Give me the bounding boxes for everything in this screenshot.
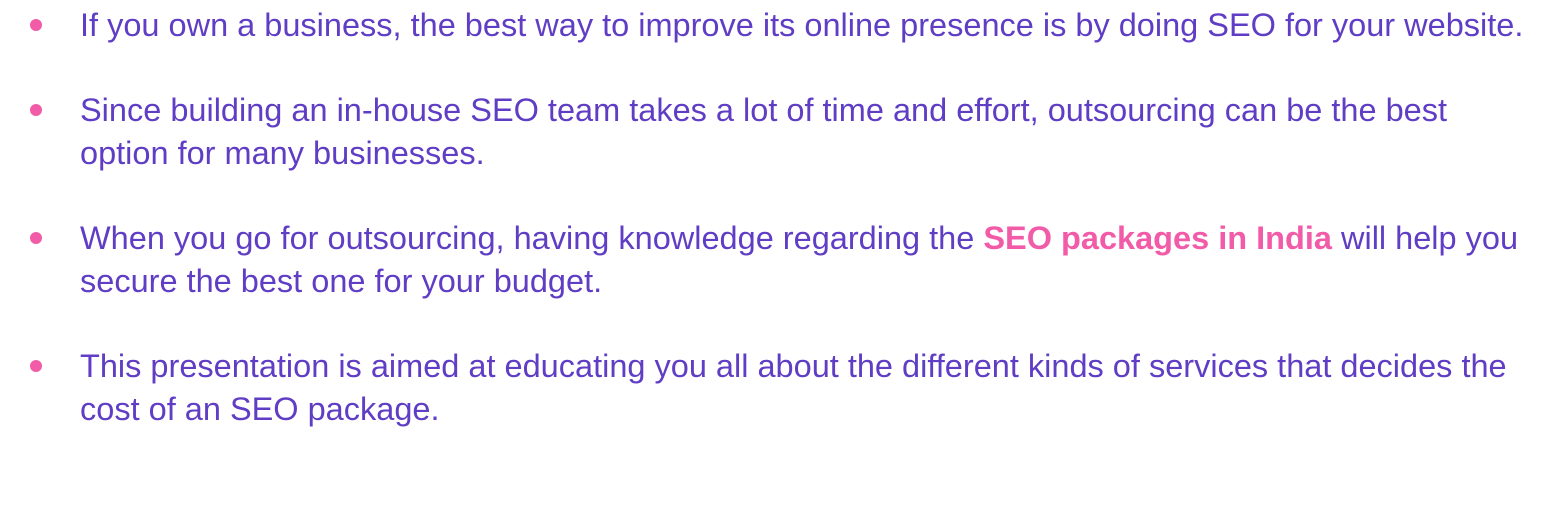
bullet-item-presentation-aim: This presentation is aimed at educating … — [30, 345, 1540, 431]
bullet-item-outsourcing: Since building an in-house SEO team take… — [30, 89, 1540, 175]
bullet-item-seo-packages: When you go for outsourcing, having know… — [30, 217, 1540, 303]
bullet-list: If you own a business, the best way to i… — [30, 4, 1540, 431]
bullet-item-business-seo: If you own a business, the best way to i… — [30, 4, 1540, 47]
bullet-dot-icon — [30, 104, 42, 116]
bullet-text: This presentation is aimed at educating … — [80, 348, 1507, 427]
bullet-text-before: When you go for outsourcing, having know… — [80, 220, 984, 256]
bullet-dot-icon — [30, 232, 42, 244]
bullet-text: Since building an in-house SEO team take… — [80, 92, 1448, 171]
slide: If you own a business, the best way to i… — [0, 0, 1563, 524]
bullet-dot-icon — [30, 19, 42, 31]
bullet-text: If you own a business, the best way to i… — [80, 7, 1524, 43]
seo-packages-link[interactable]: SEO packages in India — [983, 220, 1332, 256]
bullet-dot-icon — [30, 360, 42, 372]
